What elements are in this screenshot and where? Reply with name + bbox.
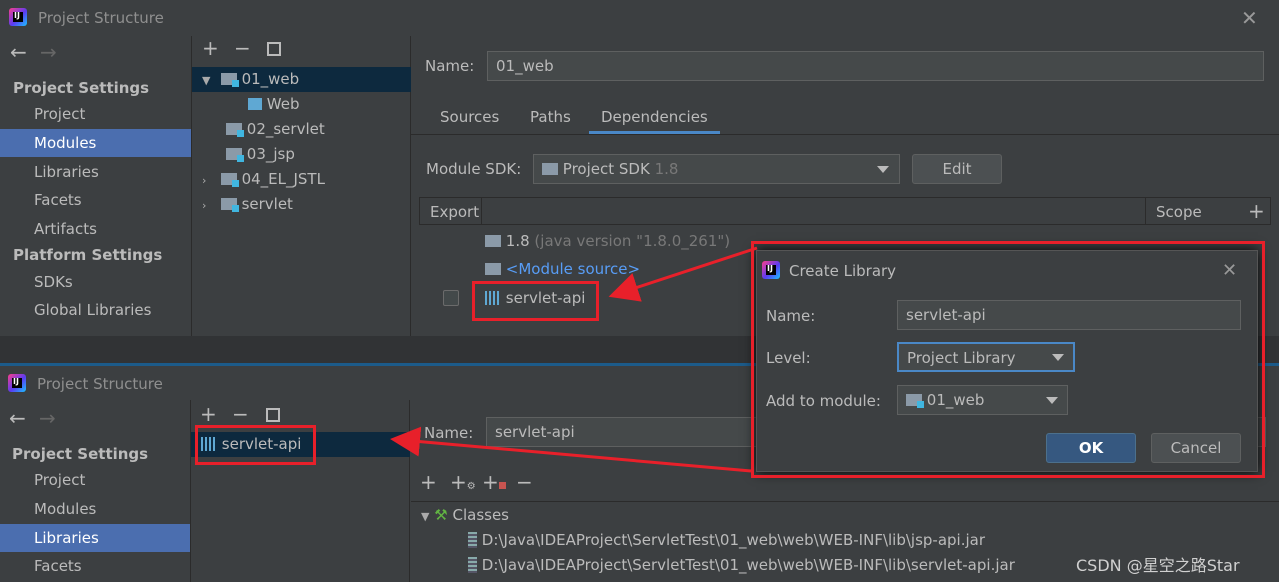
arrow-to-library [390,426,752,473]
arrow-to-dependency [608,246,758,302]
annotation-arrows [390,246,758,473]
